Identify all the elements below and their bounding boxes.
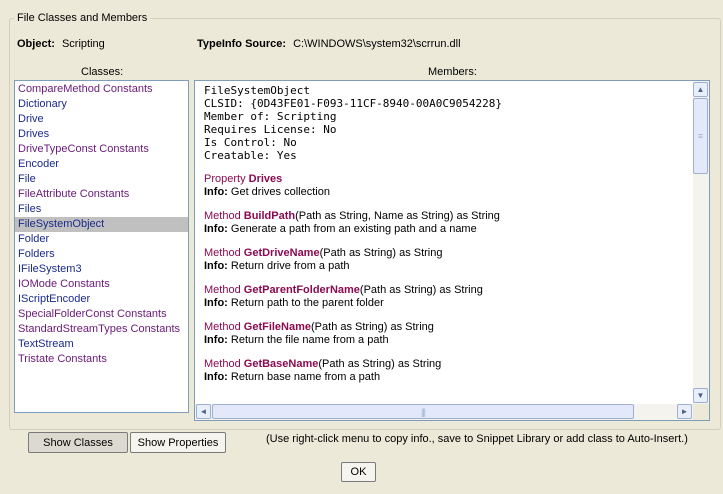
class-list-item[interactable]: File bbox=[15, 172, 188, 187]
member-kind: Method bbox=[204, 210, 241, 222]
vertical-scroll-thumb[interactable]: ≡ bbox=[693, 98, 708, 174]
class-list-item[interactable]: Encoder bbox=[15, 157, 188, 172]
class-list-item[interactable]: Folders bbox=[15, 247, 188, 262]
class-list-item[interactable]: Files bbox=[15, 202, 188, 217]
show-classes-button[interactable]: Show Classes bbox=[28, 432, 128, 453]
show-properties-button[interactable]: Show Properties bbox=[130, 432, 226, 453]
member-header-line: Member of: Scripting bbox=[204, 110, 337, 123]
member-signature: (Path as String) as String bbox=[318, 358, 442, 370]
member-kind: Method bbox=[204, 284, 241, 296]
member-entry[interactable]: Method GetParentFolderName(Path as Strin… bbox=[204, 284, 693, 310]
member-kind: Method bbox=[204, 321, 241, 333]
class-list-item[interactable]: SpecialFolderConst Constants bbox=[15, 307, 188, 322]
class-list-item[interactable]: TextStream bbox=[15, 337, 188, 352]
member-header-line: FileSystemObject bbox=[204, 84, 310, 97]
member-name: GetParentFolderName bbox=[243, 284, 360, 296]
class-list-item[interactable]: FileSystemObject bbox=[15, 217, 188, 232]
scroll-down-icon[interactable]: ▼ bbox=[693, 388, 708, 403]
member-kind: Method bbox=[204, 358, 241, 370]
member-info-text: Return base name from a path bbox=[230, 371, 381, 383]
class-list-item[interactable]: Drive bbox=[15, 112, 188, 127]
members-horizontal-scrollbar[interactable]: ◄ ||| ► bbox=[194, 404, 693, 421]
member-header-line: Creatable: Yes bbox=[204, 149, 297, 162]
member-entry[interactable]: Method GetBaseName(Path as String) as St… bbox=[204, 358, 693, 384]
member-kind: Method bbox=[204, 247, 241, 259]
typeinfo-value: C:\WINDOWS\system32\scrrun.dll bbox=[293, 38, 461, 50]
members-vertical-scrollbar[interactable]: ▲ ≡ ▼ bbox=[693, 80, 710, 405]
member-info-label: Info: bbox=[204, 186, 228, 198]
class-list-item[interactable]: IOMode Constants bbox=[15, 277, 188, 292]
member-info-label: Info: bbox=[204, 260, 228, 272]
class-list-item[interactable]: Tristate Constants bbox=[15, 352, 188, 367]
member-signature: (Path as String) as String bbox=[311, 321, 434, 333]
class-list-item[interactable]: StandardStreamTypes Constants bbox=[15, 322, 188, 337]
ok-button[interactable]: OK bbox=[341, 462, 376, 482]
member-header-line: CLSID: {0D43FE01-F093-11CF-8940-00A0C905… bbox=[204, 97, 503, 110]
class-list-item[interactable]: FileAttribute Constants bbox=[15, 187, 188, 202]
member-entry[interactable]: Method GetFileName(Path as String) as St… bbox=[204, 321, 693, 347]
member-info-label: Info: bbox=[204, 297, 228, 309]
member-name: GetDriveName bbox=[243, 247, 320, 259]
member-name: BuildPath bbox=[243, 210, 296, 222]
member-info-text: Return drive from a path bbox=[230, 260, 350, 272]
class-list-item[interactable]: DriveTypeConst Constants bbox=[15, 142, 188, 157]
member-kind: Property bbox=[204, 173, 246, 185]
grip-icon: ||| bbox=[420, 406, 426, 417]
scrollbar-corner bbox=[693, 404, 710, 421]
class-list-item[interactable]: Drives bbox=[15, 127, 188, 142]
class-list-item[interactable]: Dictionary bbox=[15, 97, 188, 112]
member-signature: (Path as String) as String bbox=[359, 284, 483, 296]
member-info-label: Info: bbox=[204, 371, 228, 383]
member-entry[interactable]: Property Drives Info: Get drives collecti… bbox=[204, 173, 693, 199]
scroll-right-icon[interactable]: ► bbox=[677, 404, 692, 419]
class-list-item[interactable]: IFileSystem3 bbox=[15, 262, 188, 277]
member-name: GetBaseName bbox=[243, 358, 319, 370]
classes-list[interactable]: CompareMethod Constants Dictionary Drive Dr… bbox=[14, 80, 189, 413]
member-signature: (Path as String, Name as String) as Stri… bbox=[295, 210, 500, 222]
class-list-item[interactable]: IScriptEncoder bbox=[15, 292, 188, 307]
member-info-text: Get drives collection bbox=[230, 186, 330, 198]
object-row: Object: Scripting bbox=[17, 38, 105, 50]
object-label: Object: bbox=[17, 38, 55, 50]
typeinfo-label: TypeInfo Source: bbox=[197, 38, 287, 50]
members-panel[interactable]: FileSystemObject CLSID: {0D43FE01-F093-11… bbox=[194, 80, 694, 405]
groupbox-title: File Classes and Members bbox=[14, 12, 151, 24]
member-info-text: Return path to the parent folder bbox=[230, 297, 384, 309]
member-signature: (Path as String) as String bbox=[319, 247, 443, 259]
class-list-item[interactable]: Folder bbox=[15, 232, 188, 247]
member-info-text: Generate a path from an existing path an… bbox=[230, 223, 477, 235]
member-name: GetFileName bbox=[243, 321, 312, 333]
member-entry[interactable]: Method BuildPath(Path as String, Name as… bbox=[204, 210, 693, 236]
horizontal-scroll-thumb[interactable]: ||| bbox=[212, 404, 634, 419]
member-info-text: Return the file name from a path bbox=[230, 334, 389, 346]
member-name: Drives bbox=[248, 173, 283, 185]
scroll-up-icon[interactable]: ▲ bbox=[693, 82, 708, 97]
object-value: Scripting bbox=[61, 38, 105, 50]
usage-hint-text: (Use right-click menu to copy info., sav… bbox=[266, 433, 688, 445]
member-info-label: Info: bbox=[204, 334, 228, 346]
member-header-line: Requires License: No bbox=[204, 123, 337, 136]
member-entry[interactable]: Method GetDriveName(Path as String) as S… bbox=[204, 247, 693, 273]
members-header: Members: bbox=[428, 66, 477, 78]
class-list-item[interactable]: CompareMethod Constants bbox=[15, 82, 188, 97]
scroll-left-icon[interactable]: ◄ bbox=[196, 404, 211, 419]
typeinfo-row: TypeInfo Source: C:\WINDOWS\system32\scr… bbox=[197, 38, 461, 50]
classes-header: Classes: bbox=[81, 66, 124, 78]
grip-icon: ≡ bbox=[697, 131, 704, 141]
member-info-label: Info: bbox=[204, 223, 228, 235]
member-header-line: Is Control: No bbox=[204, 136, 297, 149]
